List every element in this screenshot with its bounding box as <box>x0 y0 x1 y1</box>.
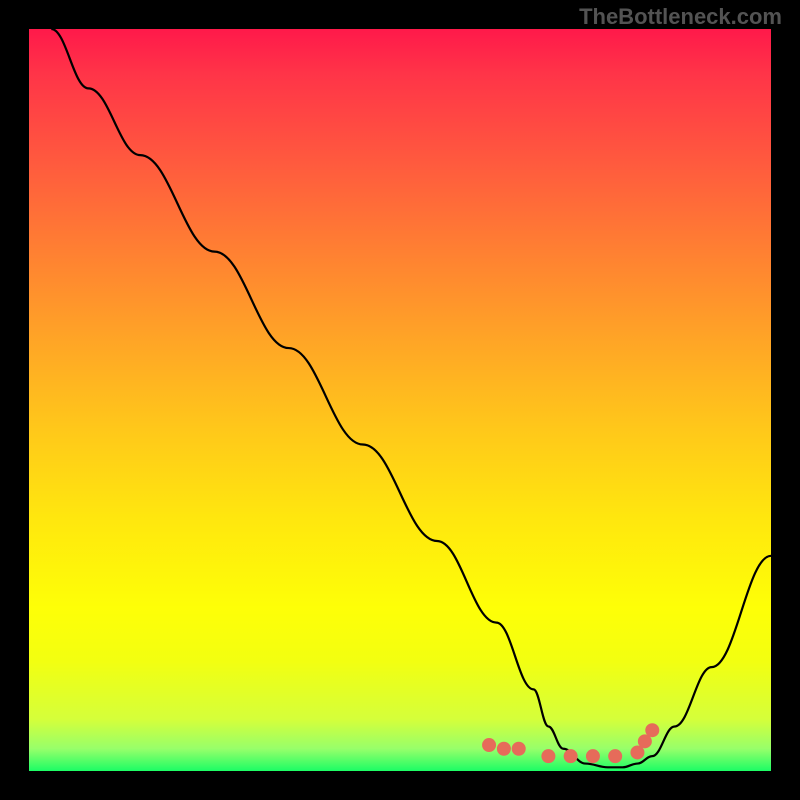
trough-dot <box>564 749 578 763</box>
trough-dots <box>482 723 659 763</box>
trough-dot <box>512 742 526 756</box>
watermark-text: TheBottleneck.com <box>579 4 782 30</box>
trough-dot <box>482 738 496 752</box>
trough-dot <box>645 723 659 737</box>
trough-dot <box>608 749 622 763</box>
bottleneck-curve <box>51 29 771 767</box>
trough-dot <box>541 749 555 763</box>
trough-dot <box>586 749 600 763</box>
trough-dot <box>497 742 511 756</box>
chart-svg <box>29 29 771 771</box>
